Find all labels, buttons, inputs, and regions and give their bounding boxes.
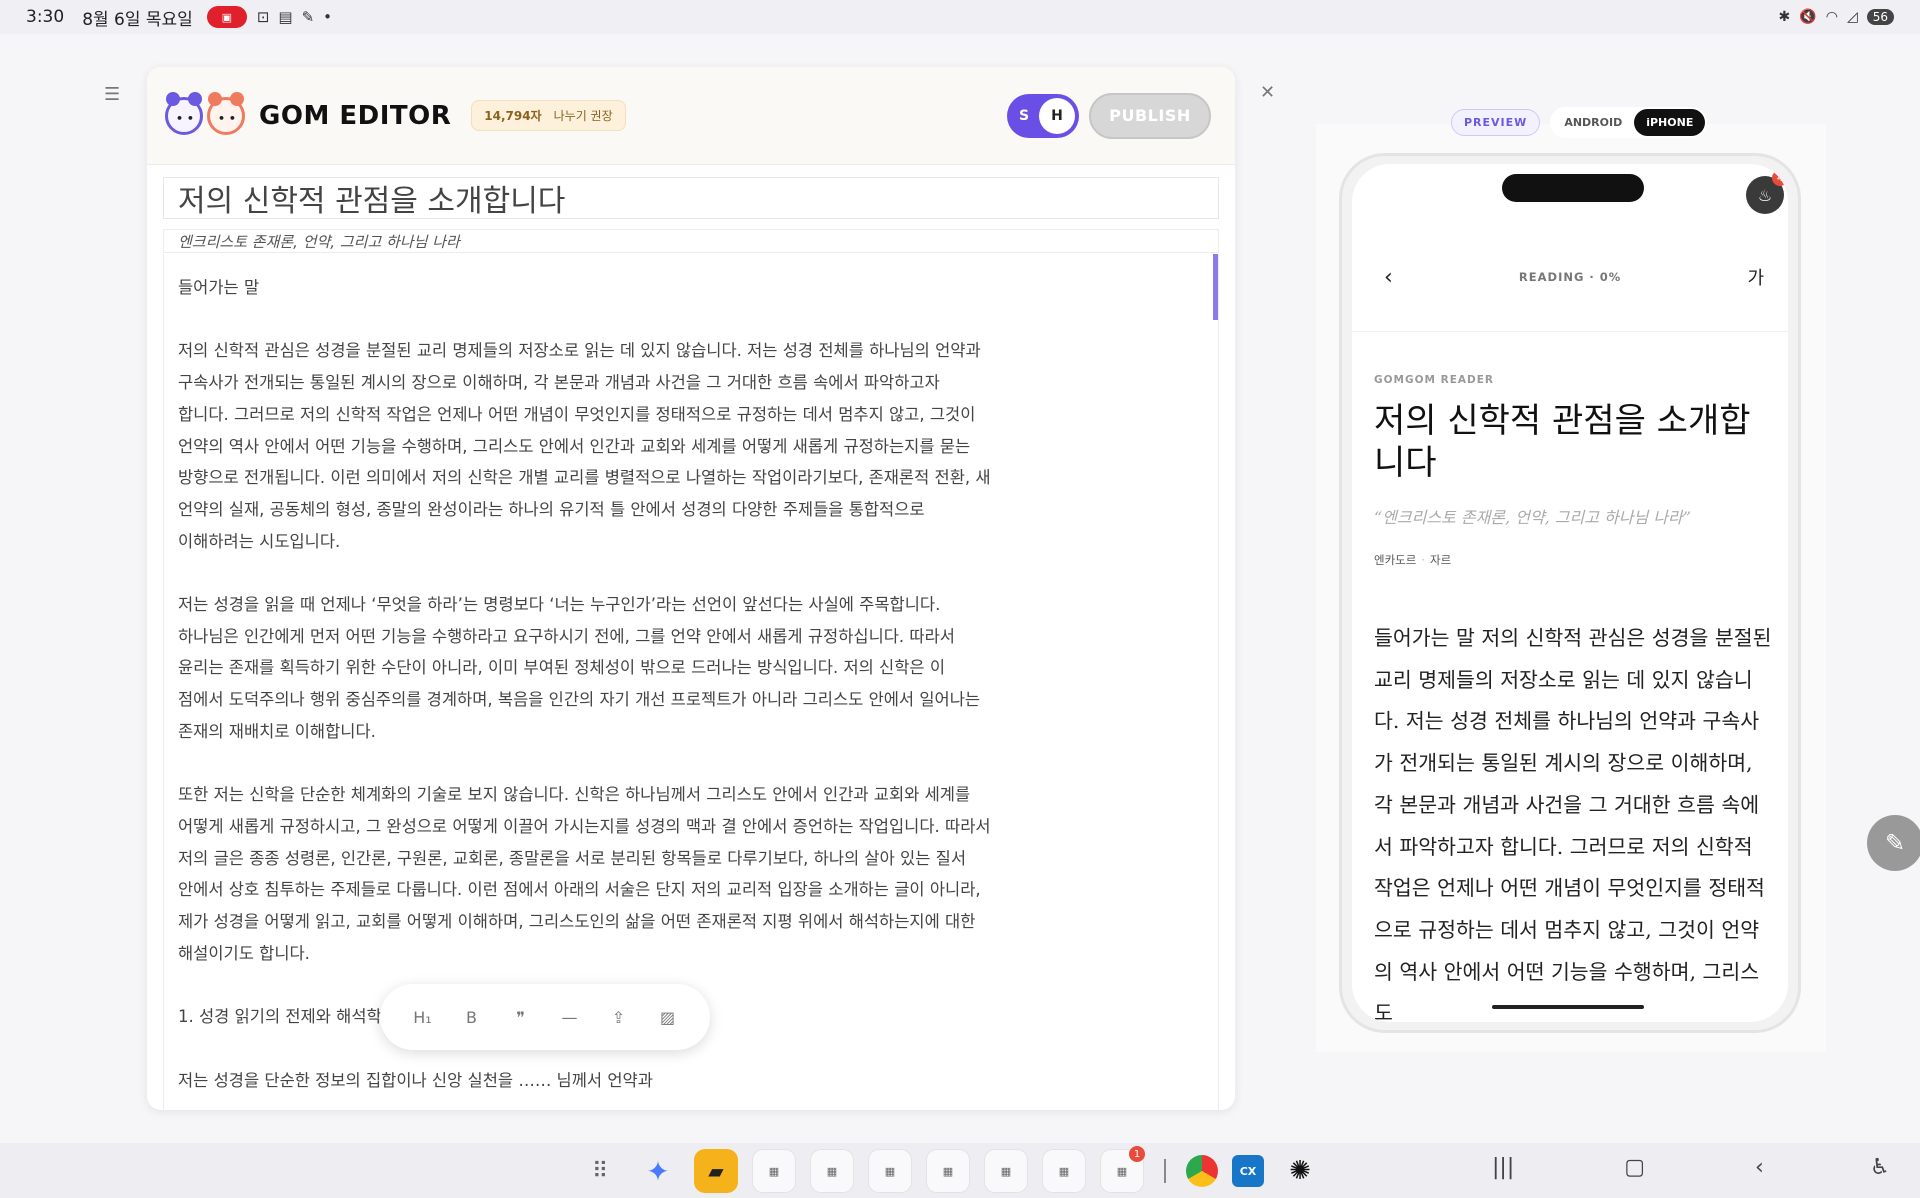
system-nav: ||| ▢ ‹ — [1492, 1155, 1764, 1180]
wifi-icon: ◠ — [1825, 9, 1838, 25]
dock-apps: ⠿ ✦ ▰ ▦ ▦ ▦ ▦ ▦ ▦ ▦ 1 CX ✺ — [578, 1146, 1322, 1193]
home-indicator — [1492, 1005, 1644, 1009]
cx-file-explorer-icon[interactable]: CX — [1232, 1155, 1264, 1187]
title-input[interactable]: 저의 신학적 관점을 소개합니다 — [163, 177, 1219, 219]
logo-bears: • • • • — [165, 91, 245, 135]
device-switch: ANDROID iPHONE — [1550, 107, 1708, 138]
heading-icon[interactable]: H₁ — [408, 1008, 438, 1027]
toc-list-icon[interactable]: ☰ — [104, 84, 120, 105]
folder-icon[interactable]: ▦ — [868, 1149, 912, 1193]
reader-kicker: GOMGOM READER — [1374, 374, 1494, 386]
paragraph: 저는 성경을 읽을 때 언제나 ‘무엇을 하라’는 명령보다 ‘너는 누구인가’… — [178, 595, 981, 741]
status-bar: 3:30 8월 6일 목요일 ▣ ⊡ ▤ ✎ • ✱ 🔇 ◠ ◿ 56 — [0, 0, 1920, 34]
taskbar: ⠿ ✦ ▰ ▦ ▦ ▦ ▦ ▦ ▦ ▦ 1 CX ✺ ||| ▢ ‹ ♿ — [0, 1143, 1920, 1198]
font-size-button[interactable]: 가 — [1747, 264, 1764, 290]
split-hint: 나누기 권장 — [553, 109, 613, 123]
paragraph: 들어가는 말 — [178, 278, 260, 297]
toggle-knob: H — [1039, 97, 1075, 134]
home-icon[interactable]: ▢ — [1624, 1155, 1645, 1180]
word-count: 14,794자 — [484, 109, 542, 123]
tab-iphone[interactable]: iPHONE — [1634, 109, 1706, 136]
dock-separator — [1164, 1159, 1166, 1183]
dynamic-island — [1502, 174, 1644, 202]
back-icon[interactable]: ‹ — [1755, 1155, 1764, 1180]
more-dot-icon: • — [323, 8, 333, 26]
reader-content: GOMGOM READER 저의 신학적 관점을 소개합니다 “엔크리스토 존재… — [1374, 374, 1774, 1022]
word-count-badge: 14,794자 나누기 권장 — [471, 100, 626, 131]
status-time: 3:30 — [26, 7, 65, 27]
status-indicators: ✱ 🔇 ◠ ◿ 56 — [1779, 9, 1894, 25]
editor-panel: • • • • GOM EDITOR 14,794자 나누기 권장 S H PU… — [147, 67, 1235, 1110]
screen-record-icon[interactable]: ▣ — [206, 6, 247, 28]
bluetooth-icon: ✱ — [1778, 9, 1791, 25]
folder-icon[interactable]: ▦ — [984, 1149, 1028, 1193]
pen-icon: ✎ — [301, 8, 315, 26]
gemini-icon[interactable]: ✦ — [636, 1149, 680, 1193]
scrollbar-thumb[interactable] — [1213, 254, 1218, 320]
subtitle-input[interactable]: 엔크리스토 존재론, 언약, 그리고 하나님 나라 — [163, 229, 1219, 253]
window-icon: ▤ — [278, 8, 293, 26]
bear-logo-icon: • • — [165, 91, 203, 135]
battery-icon: 56 — [1866, 9, 1894, 25]
screenshot-icon: ⊡ — [256, 8, 270, 26]
chrome-icon[interactable] — [1186, 1155, 1218, 1187]
chatgpt-icon[interactable]: ✺ — [1278, 1149, 1322, 1193]
mode-toggle[interactable]: S H — [1007, 93, 1079, 138]
folder-icon[interactable]: ▦ — [926, 1149, 970, 1193]
preview-tabs: PREVIEW ANDROID iPHONE — [1451, 107, 1708, 138]
status-date: 8월 6일 목요일 — [82, 9, 193, 30]
notification-badge: 4 — [1772, 170, 1788, 186]
image-icon[interactable]: ▨ — [653, 1008, 683, 1027]
mute-icon: 🔇 — [1799, 9, 1817, 25]
upload-icon[interactable]: ⇪ — [604, 1008, 634, 1027]
body-editor[interactable]: 들어가는 말 저의 신학적 관심은 성경을 분절된 교리 명제들의 저장소로 읽… — [163, 254, 1219, 1110]
meta-type: 자르 — [1429, 553, 1452, 567]
app-drawer-icon[interactable]: ⠿ — [578, 1149, 622, 1193]
folder-icon[interactable]: ▦ — [810, 1149, 854, 1193]
tab-android[interactable]: ANDROID — [1552, 109, 1634, 136]
publish-button[interactable]: PUBLISH — [1089, 92, 1211, 139]
toggle-left-label: S — [1019, 107, 1030, 124]
signal-icon: ◿ — [1846, 9, 1858, 25]
paragraph: 또한 저는 신학을 단순한 체계화의 기술로 보지 않습니다. 신학은 하나님께… — [178, 785, 991, 963]
back-chevron-icon[interactable]: ‹ — [1384, 265, 1393, 290]
edit-pencil-fab[interactable]: ✎ — [1867, 815, 1920, 871]
reader-toolbar: ‹ READING · 0% 가 — [1352, 264, 1788, 290]
reader-title: 저의 신학적 관점을 소개합니다 — [1374, 401, 1751, 483]
accessibility-icon[interactable]: ♿ — [1870, 1155, 1890, 1180]
phone-screen: ♨ 4 ‹ READING · 0% 가 GOMGOM READER 저의 신학… — [1352, 164, 1788, 1022]
reader-body: 들어가는 말 저의 신학적 관심은 성경을 분절된 교리 명제들의 저장소로 읽… — [1374, 626, 1772, 1022]
divider-icon[interactable]: — — [555, 1008, 585, 1027]
folder-icon[interactable]: ▦ — [752, 1149, 796, 1193]
bold-icon[interactable]: B — [457, 1008, 487, 1027]
tab-preview[interactable]: PREVIEW — [1451, 109, 1541, 136]
app-badge: 1 — [1129, 1146, 1145, 1162]
meta-author: 엔카도르 — [1374, 553, 1417, 567]
close-icon[interactable]: ✕ — [1260, 82, 1275, 103]
reader-meta: 엔카도르 · 자르 — [1374, 553, 1452, 567]
reading-progress: READING · 0% — [1518, 270, 1622, 284]
yellow-app-icon[interactable]: ▰ — [694, 1149, 738, 1193]
editor-header: • • • • GOM EDITOR 14,794자 나누기 권장 S H PU… — [147, 67, 1235, 165]
recents-icon[interactable]: ||| — [1492, 1155, 1514, 1180]
format-toolbar: H₁ B ❞ — ⇪ ▨ — [380, 984, 710, 1050]
reader-subtitle: “엔크리스토 존재론, 언약, 그리고 하나님 나라” — [1374, 508, 1691, 527]
bear-logo-icon: • • — [207, 91, 245, 135]
lightbulb-icon[interactable]: ♨ 4 — [1746, 170, 1788, 214]
folder-icon[interactable]: ▦ — [1042, 1149, 1086, 1193]
app-logo-text: GOM EDITOR — [259, 100, 452, 131]
paragraph: 저는 성경을 단순한 정보의 집합이나 신앙 실천을 …… 님께서 언약과 — [178, 1070, 653, 1090]
folder-icon[interactable]: ▦ 1 — [1100, 1146, 1145, 1193]
quote-icon[interactable]: ❞ — [506, 1008, 536, 1027]
phone-frame: ♨ 4 ‹ READING · 0% 가 GOMGOM READER 저의 신학… — [1339, 153, 1801, 1033]
paragraph: 저의 신학적 관심은 성경을 분절된 교리 명제들의 저장소로 읽는 데 있지 … — [178, 341, 991, 551]
